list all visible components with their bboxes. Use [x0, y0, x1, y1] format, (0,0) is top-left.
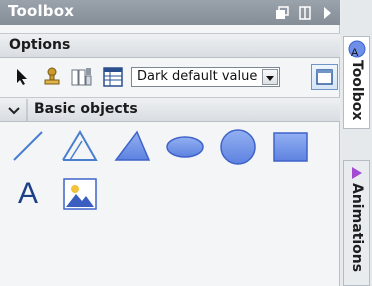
basic-objects-heading: Basic objects [34, 101, 138, 117]
animations-tab-icon [350, 165, 364, 185]
line-icon[interactable] [11, 129, 45, 163]
circle-icon[interactable] [219, 128, 256, 165]
dropdown-value: Dark default value [137, 69, 258, 84]
expand-arrow-icon[interactable] [321, 5, 333, 24]
color-scheme-dropdown[interactable]: Dark default value [131, 67, 280, 87]
header-divider [26, 99, 28, 125]
ellipse-icon[interactable] [165, 135, 204, 169]
table-view-icon[interactable] [103, 67, 123, 91]
text-field-icon[interactable]: A [14, 177, 42, 211]
side-tab-bar: A Toolbox Animations [341, 0, 372, 286]
collapse-chevron-icon[interactable] [7, 102, 21, 121]
polyline-icon[interactable] [60, 129, 98, 163]
tab-animations[interactable]: Animations [343, 160, 370, 286]
toolbox-panel: Toolbox Options Dark default value Basic… [0, 0, 340, 286]
graphic-view-icon[interactable] [62, 177, 97, 211]
layout-toggle-icon [316, 69, 333, 89]
tab-animations-label: Animations [349, 183, 365, 273]
toolbox-tab-icon: A [348, 40, 366, 62]
basic-objects-header[interactable]: Basic objects [0, 97, 340, 122]
svg-text:A: A [351, 47, 359, 58]
restore-icon[interactable] [275, 5, 289, 24]
panel-title: Toolbox [8, 2, 75, 20]
rectangle-icon[interactable] [272, 129, 308, 163]
tab-toolbox[interactable]: A Toolbox [343, 36, 370, 129]
tab-toolbox-label: Toolbox [349, 60, 365, 121]
basic-objects-grid: A [0, 125, 340, 286]
options-heading: Options [9, 37, 71, 53]
pin-icon[interactable] [298, 5, 312, 24]
panel-titlebar: Toolbox [0, 0, 340, 25]
chevron-down-icon[interactable] [262, 69, 278, 85]
stamp-icon[interactable] [43, 67, 61, 91]
options-header[interactable]: Options [0, 33, 340, 58]
polygon-icon[interactable] [113, 129, 151, 163]
layout-toggle-button[interactable] [311, 64, 338, 90]
pointer-icon[interactable] [15, 68, 29, 90]
properties-icon[interactable] [71, 67, 93, 91]
